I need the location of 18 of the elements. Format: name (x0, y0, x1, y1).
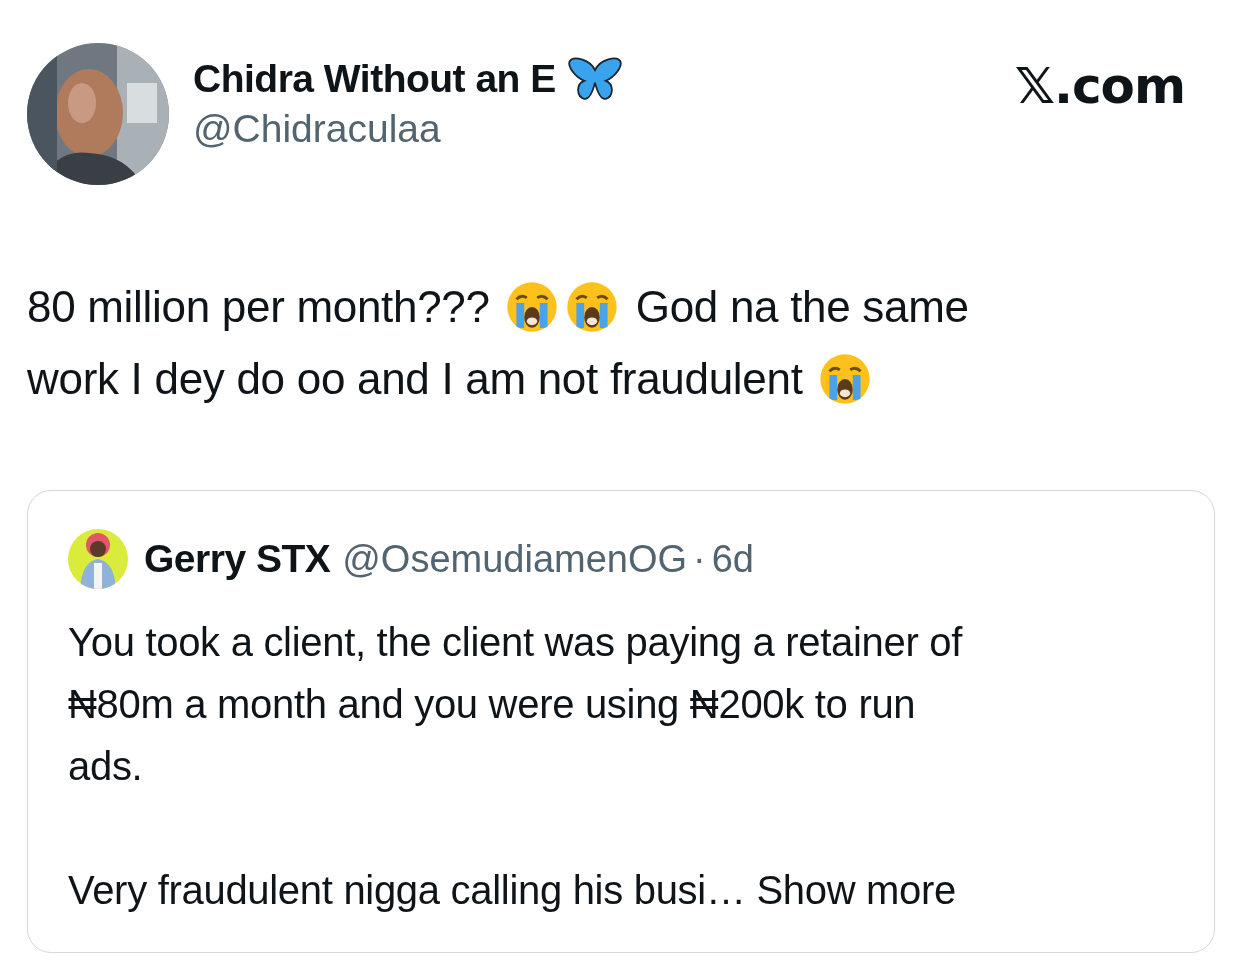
quoted-tweet-text: You took a client, the client was paying a retainer of ₦80m a month and you were using ₦200k to run ads. (68, 619, 964, 790)
butterfly-icon (567, 57, 622, 101)
source-label: 𝕏.com (1014, 57, 1185, 115)
crying-face-icon (505, 281, 558, 333)
quoted-author-handle[interactable]: @OsemudiamenOG (342, 537, 688, 581)
tweet-text: work I dey do oo and I am not fraudulent (27, 354, 803, 404)
separator-dot: · (693, 537, 706, 581)
quoted-author-name[interactable]: Gerry STX (144, 537, 331, 581)
tweet-text: 80 million per month??? (27, 282, 490, 332)
quoted-tweet-card[interactable]: Gerry STX @OsemudiamenOG·6d You took a client, the client was paying a retainer of ₦80m a month and you were using ₦200k to run ads. Very fraudulent nigga calling his busi… Show more (27, 490, 1215, 953)
author-handle[interactable]: @Chidraculaa (193, 107, 622, 151)
show-more-link[interactable]: Show more (756, 868, 957, 912)
post-time: 6d (711, 537, 754, 581)
crying-face-icon (818, 353, 871, 405)
quoted-tweet-text: Very fraudulent nigga calling his busi… Show more (68, 867, 958, 914)
author-name[interactable]: Chidra Without an E (193, 57, 556, 101)
tweet-text: God na the same (635, 282, 969, 332)
crying-face-icon (565, 281, 618, 333)
